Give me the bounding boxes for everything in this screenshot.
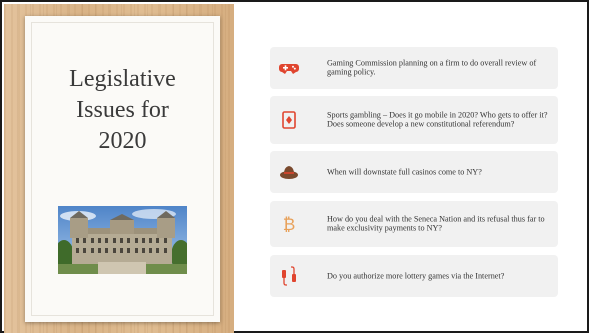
cowboy-hat-icon — [279, 162, 299, 182]
item-text: How do you deal with the Seneca Nation a… — [327, 214, 545, 233]
list-item: When will downstate full casinos come to… — [270, 151, 558, 193]
item-text: Gaming Commission planning on a firm to … — [327, 58, 537, 77]
title-line-1: Legislative — [69, 66, 176, 92]
list-item: ₿ How do you deal with the Seneca Nation… — [270, 201, 558, 247]
list-item: Do you authorize more lottery games via … — [270, 255, 558, 297]
title-line-3: 2020 — [98, 128, 147, 154]
item-text: When will downstate full casinos come to… — [327, 167, 482, 177]
item-text: Do you authorize more lottery games via … — [327, 271, 505, 281]
title-card: Legislative Issues for 2020 — [25, 16, 220, 322]
bitcoin-icon: ₿ — [279, 214, 299, 235]
game-controller-icon — [279, 58, 299, 78]
item-text: Sports gambling – Does it go mobile in 2… — [327, 110, 548, 129]
title-line-2: Issues for — [76, 97, 169, 123]
playing-card-icon — [279, 110, 299, 130]
list-item: Sports gambling – Does it go mobile in 2… — [270, 96, 558, 144]
slide-title: Legislative Issues for 2020 — [25, 64, 220, 157]
slide: Legislative Issues for 2020 Gaming Commi… — [0, 0, 589, 333]
svg-text:₿: ₿ — [283, 215, 296, 234]
cable-plug-icon — [279, 266, 299, 286]
capitol-building-photo — [58, 206, 187, 274]
list-item: Gaming Commission planning on a firm to … — [270, 47, 558, 89]
